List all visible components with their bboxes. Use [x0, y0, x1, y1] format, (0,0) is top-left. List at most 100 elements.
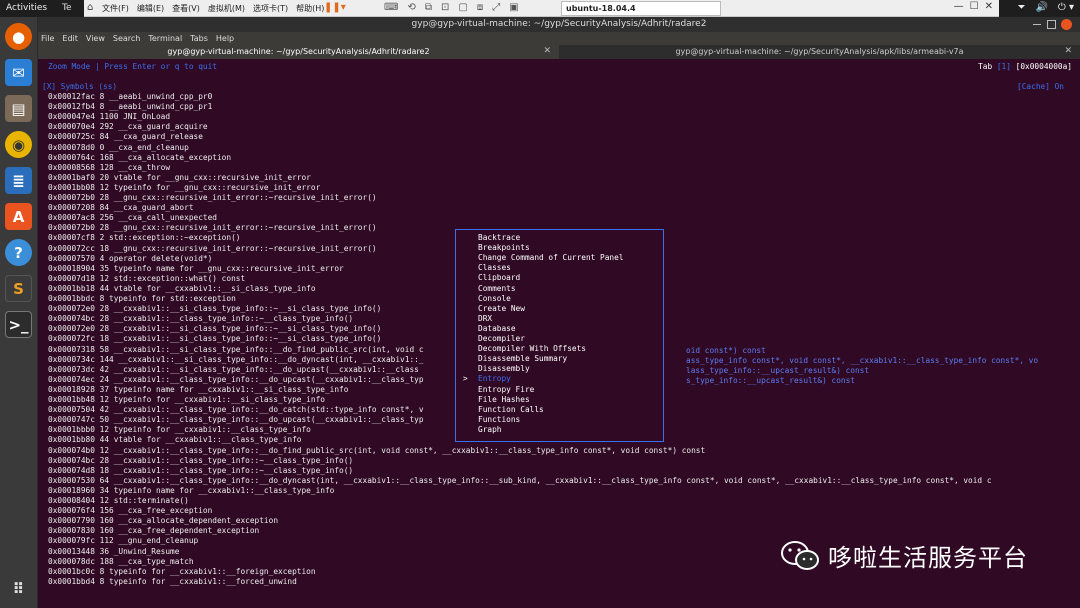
symbol-row[interactable]: 0x000072b0 28 __gnu_cxx::recursive_init_… [48, 223, 377, 233]
help-icon[interactable]: ? [5, 239, 32, 266]
symbol-row[interactable]: 0x000074b0 12 __cxxabiv1::__class_type_i… [48, 446, 705, 456]
menu-edit[interactable]: Edit [62, 34, 78, 43]
symbol-row[interactable]: 0x00007830 160 __cxa_free_dependent_exce… [48, 526, 259, 536]
symbol-row[interactable]: 0x00008404 12 std::terminate() [48, 496, 189, 506]
menu-item-graph[interactable]: Graph [478, 425, 501, 435]
symbol-row[interactable]: 0x0000764c 168 __cxa_allocate_exception [48, 153, 231, 163]
symbol-row[interactable]: 0x000074bc 28 __cxxabiv1::__class_type_i… [48, 314, 353, 324]
symbol-row[interactable]: 0x00007530 64 __cxxabiv1::__class_type_i… [48, 476, 992, 486]
menu-item-database[interactable]: Database [478, 324, 516, 334]
menu-file[interactable]: File [41, 34, 54, 43]
vm-menu-file[interactable]: 文件(F) [102, 3, 129, 14]
vm-menu-view[interactable]: 查看(V) [172, 3, 200, 14]
close-tab-icon[interactable]: ✕ [543, 46, 551, 56]
symbol-row[interactable]: 0x0001bbdc 8 typeinfo for std::exception [48, 294, 236, 304]
symbol-row[interactable]: 0x0001bb48 12 typeinfo for __cxxabiv1::_… [48, 395, 325, 405]
home-icon[interactable]: ⌂ [87, 2, 93, 13]
menu-item-drx[interactable]: DRX [478, 314, 492, 324]
snapshot-manager-icon[interactable]: ⧉ [425, 2, 432, 13]
network-icon[interactable]: ⏷ [1017, 2, 1025, 13]
symbol-row[interactable]: 0x000072e0 28 __cxxabiv1::__si_class_typ… [48, 324, 381, 334]
menu-item-functions[interactable]: Functions [478, 415, 520, 425]
unity-icon[interactable]: ⧈ [477, 2, 483, 13]
vm-tab[interactable]: ubuntu-18.04.4 [561, 1, 721, 16]
snapshot-icon[interactable]: ⟲ [407, 2, 415, 13]
symbol-row[interactable]: 0x00012fac 8 __aeabi_unwind_cpp_pr0 [48, 92, 212, 102]
show-applications-icon[interactable]: ⠿ [5, 575, 32, 602]
menu-item-console[interactable]: Console [478, 294, 511, 304]
menu-item-backtrace[interactable]: Backtrace [478, 233, 520, 243]
terminal-output[interactable]: Zoom Mode | Press Enter or q to quit Tab… [38, 59, 1080, 608]
symbol-row[interactable]: 0x00007ac8 256 __cxa_call_unexpected [48, 213, 217, 223]
terminal-tab-armeabi[interactable]: gyp@gyp-virtual-machine: ~/gyp/SecurityA… [559, 45, 1080, 59]
symbol-row[interactable]: 0x0001bb80 44 vtable for __cxxabiv1::__c… [48, 435, 301, 445]
close-tab-icon[interactable]: ✕ [1064, 46, 1072, 56]
symbol-row[interactable]: 0x00007570 4 operator delete(void*) [48, 254, 212, 264]
symbol-row[interactable]: 0x000074bc 28 __cxxabiv1::__class_type_i… [48, 456, 353, 466]
close-icon[interactable]: ✕ [985, 1, 993, 12]
symbol-row[interactable]: 0x00018960 34 typeinfo name for __cxxabi… [48, 486, 334, 496]
single-window-icon[interactable]: ▢ [458, 2, 467, 13]
menu-item-change-command-of-current-panel[interactable]: Change Command of Current Panel [478, 253, 624, 263]
minimize-icon[interactable] [1033, 24, 1041, 25]
symbol-row[interactable]: 0x000073dc 42 __cxxabiv1::__si_class_typ… [48, 365, 419, 375]
symbol-row[interactable]: 0x00012fb4 8 __aeabi_unwind_cpp_pr1 [48, 102, 212, 112]
terminal-icon[interactable]: >_ [5, 311, 32, 338]
symbol-row[interactable]: 0x000076f4 156 __cxa_free_exception [48, 506, 212, 516]
symbol-row[interactable]: 0x000074ec 24 __cxxabiv1::__class_type_i… [48, 375, 424, 385]
symbol-row[interactable]: 0x000072fc 18 __cxxabiv1::__si_class_typ… [48, 334, 381, 344]
symbol-row[interactable]: 0x00008568 128 __cxa_throw [48, 163, 170, 173]
symbol-row[interactable]: 0x0001bbb0 12 typeinfo for __cxxabiv1::_… [48, 425, 311, 435]
rhythmbox-icon[interactable]: ◉ [5, 131, 32, 158]
symbol-row[interactable]: 0x00007208 84 __cxa_guard_abort [48, 203, 194, 213]
menu-item-comments[interactable]: Comments [478, 284, 516, 294]
menu-item-disassembly[interactable]: Disassembly [478, 364, 530, 374]
symbol-row[interactable]: 0x00018904 35 typeinfo name for __gnu_cx… [48, 264, 344, 274]
vm-menu-tabs[interactable]: 选项卡(T) [253, 3, 288, 14]
activities-button[interactable]: Activities [6, 3, 47, 13]
menu-item-breakpoints[interactable]: Breakpoints [478, 243, 530, 253]
maximize-icon[interactable] [1047, 20, 1056, 29]
menu-item-classes[interactable]: Classes [478, 263, 511, 273]
vm-menu-help[interactable]: 帮助(H) [296, 3, 324, 14]
volume-icon[interactable]: 🔊 [1035, 2, 1047, 13]
menu-item-entropy-fire[interactable]: Entropy Fire [478, 385, 534, 395]
menu-item-function-calls[interactable]: Function Calls [478, 405, 544, 415]
symbol-row[interactable]: 0x000047e4 1100 JNI_OnLoad [48, 112, 170, 122]
fit-guest-icon[interactable]: ⊡ [441, 2, 449, 13]
symbol-row[interactable]: 0x000078dc 188 __cxa_type_match [48, 557, 194, 567]
symbol-row[interactable]: 0x0001bc0c 8 typeinfo for __cxxabiv1::__… [48, 567, 316, 577]
minimize-icon[interactable]: — [954, 1, 964, 12]
symbol-row[interactable]: 0x00007cf8 2 std::exception::~exception(… [48, 233, 240, 243]
menu-item-decompiler-with-offsets[interactable]: Decompiler With Offsets [478, 344, 586, 354]
pause-icon[interactable]: ❚❚▾ [324, 2, 346, 13]
symbol-row[interactable]: 0x00007d18 12 std::exception::what() con… [48, 274, 245, 284]
symbol-row[interactable]: 0x0001bb18 44 vtable for __cxxabiv1::__s… [48, 284, 316, 294]
power-icon[interactable]: ⏻ ▾ [1058, 2, 1074, 13]
symbol-row[interactable]: 0x0000734c 144 __cxxabiv1::__si_class_ty… [48, 355, 424, 365]
vm-menu-vm[interactable]: 虚拟机(M) [208, 3, 245, 14]
symbol-row[interactable]: 0x000072cc 18 __gnu_cxx::recursive_init_… [48, 244, 377, 254]
symbol-row[interactable]: 0x000072b0 28 __gnu_cxx::recursive_init_… [48, 193, 377, 203]
symbol-row[interactable]: 0x00013448 36 _Unwind_Resume [48, 547, 179, 557]
system-tray[interactable]: ⏷ 🔊 ⏻ ▾ [1017, 2, 1074, 13]
close-icon[interactable] [1061, 19, 1072, 30]
console-view-icon[interactable]: ▣ [509, 2, 518, 13]
symbol-row[interactable]: 0x000079fc 112 __gnu_end_cleanup [48, 536, 198, 546]
symbol-row[interactable]: 0x00018928 37 typeinfo name for __cxxabi… [48, 385, 348, 395]
symbol-row[interactable]: 0x000078d0 0 __cxa_end_cleanup [48, 143, 189, 153]
firefox-icon[interactable]: ● [5, 23, 32, 50]
symbol-row[interactable]: 0x000072e0 28 __cxxabiv1::__si_class_typ… [48, 304, 381, 314]
menu-item-file-hashes[interactable]: File Hashes [478, 395, 530, 405]
menu-help[interactable]: Help [216, 34, 234, 43]
symbol-row[interactable]: 0x00007504 42 __cxxabiv1::__class_type_i… [48, 405, 424, 415]
menu-item-decompiler[interactable]: Decompiler [478, 334, 525, 344]
fullscreen-icon[interactable]: ⤢ [492, 2, 500, 13]
symbol-row[interactable]: 0x0001bbd4 8 typeinfo for __cxxabiv1::__… [48, 577, 297, 587]
libreoffice-writer-icon[interactable]: ≣ [5, 167, 32, 194]
maximize-icon[interactable]: ☐ [970, 1, 979, 12]
software-center-icon[interactable]: A [5, 203, 32, 230]
menu-item-disassemble-summary[interactable]: Disassemble Summary [478, 354, 567, 364]
symbol-row[interactable]: 0x0001baf0 20 vtable for __gnu_cxx::recu… [48, 173, 311, 183]
top-bar-app-label[interactable]: Te [58, 0, 84, 17]
